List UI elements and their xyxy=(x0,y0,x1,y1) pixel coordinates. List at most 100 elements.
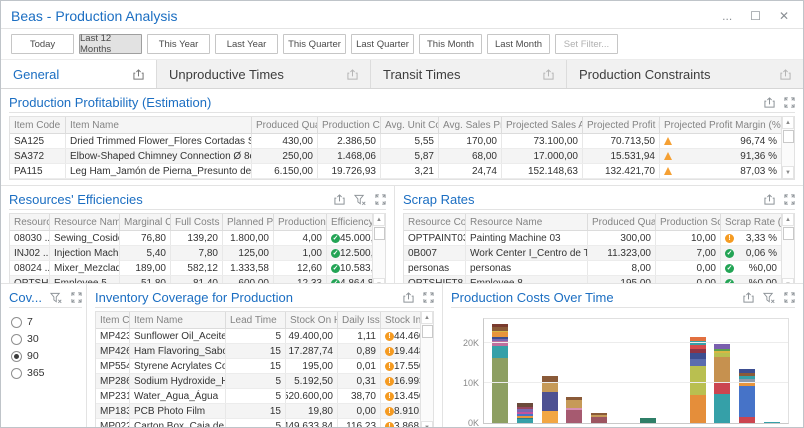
stacked-bar[interactable] xyxy=(690,319,706,423)
tab-production-constraints[interactable]: Production Constraints xyxy=(567,60,803,88)
stacked-bar[interactable] xyxy=(714,319,730,423)
export-icon[interactable] xyxy=(764,194,775,205)
column-header[interactable]: Projected Profit Margin (%) xyxy=(660,117,781,133)
column-header[interactable]: Production Ti... xyxy=(274,214,327,230)
clear-filter-icon[interactable] xyxy=(763,292,775,304)
table-row[interactable]: 08030 ...Sewing_Cosido_...76,80139,201.8… xyxy=(10,231,372,246)
table-row[interactable]: INJ02 ...Injection Machine 25,407,80125,… xyxy=(10,246,372,261)
column-header[interactable]: Produced Quantity xyxy=(252,117,318,133)
coverage-radio-365[interactable]: 365 xyxy=(11,367,80,379)
scroll-thumb[interactable] xyxy=(422,325,433,338)
export-icon[interactable] xyxy=(403,292,414,303)
filter-button-this-month[interactable]: This Month xyxy=(419,34,482,54)
table-row[interactable]: OPTPAINT03 ...Painting Machine 03300,001… xyxy=(404,231,781,246)
table-row[interactable]: personaspersonas8,000,00✓%0,00 xyxy=(404,261,781,276)
column-header[interactable]: Resource Code xyxy=(404,214,466,230)
column-header[interactable]: Marginal Costs xyxy=(120,214,171,230)
maximize-window-button[interactable]: ☐ xyxy=(750,10,761,22)
maximize-icon[interactable] xyxy=(784,194,795,205)
column-header[interactable]: Item Code xyxy=(10,117,66,133)
filter-button-this-quarter[interactable]: This Quarter xyxy=(283,34,346,54)
export-icon[interactable] xyxy=(780,69,791,80)
export-icon[interactable] xyxy=(334,194,345,205)
filter-button-today[interactable]: Today xyxy=(11,34,74,54)
scroll-up-arrow[interactable]: ▲ xyxy=(373,213,385,226)
column-header[interactable]: Produced Quantity xyxy=(588,214,656,230)
vertical-scrollbar[interactable]: ▲▼ xyxy=(781,213,794,283)
column-header[interactable]: Projected Profit Margin xyxy=(583,117,660,133)
maximize-icon[interactable] xyxy=(423,292,434,303)
export-icon[interactable] xyxy=(133,69,144,80)
filter-button-last-year[interactable]: Last Year xyxy=(215,34,278,54)
maximize-icon[interactable] xyxy=(71,292,82,303)
column-header[interactable]: Efficiency (%) xyxy=(327,214,372,230)
column-header[interactable]: Projected Sales Amount xyxy=(502,117,583,133)
coverage-radio-90[interactable]: 90 xyxy=(11,350,80,362)
stacked-bar[interactable] xyxy=(542,319,558,423)
table-row[interactable]: MP183PCB Photo Film1519,800,00!8.910,00 xyxy=(96,404,420,419)
filter-button-this-year[interactable]: This Year xyxy=(147,34,210,54)
stacked-bar[interactable] xyxy=(517,319,533,423)
column-header[interactable]: Production Scraps xyxy=(656,214,721,230)
table-row[interactable]: 08024 ...Mixer_Mezclado_...189,00582,121… xyxy=(10,261,372,276)
export-icon[interactable] xyxy=(543,69,554,80)
stacked-bar[interactable] xyxy=(665,319,681,423)
column-header[interactable]: Avg. Sales Price xyxy=(439,117,502,133)
table-row[interactable]: SA125Dried Trimmed Flower_Flores Cortada… xyxy=(10,134,781,149)
column-header[interactable]: Lead Time xyxy=(226,312,286,328)
scroll-up-arrow[interactable]: ▲ xyxy=(782,116,794,129)
maximize-icon[interactable] xyxy=(784,292,795,303)
filter-button-last-month[interactable]: Last Month xyxy=(487,34,550,54)
column-header[interactable]: Production Costs xyxy=(318,117,381,133)
table-row[interactable]: MP286Sodium Hydroxide_Hidróxid...55.192,… xyxy=(96,374,420,389)
column-header[interactable]: Daily Issues xyxy=(338,312,381,328)
maximize-icon[interactable] xyxy=(784,97,795,108)
stacked-bar[interactable] xyxy=(640,319,656,423)
stacked-bar[interactable] xyxy=(616,319,632,423)
vertical-scrollbar[interactable]: ▲▼ xyxy=(372,213,385,283)
coverage-radio-7[interactable]: 7 xyxy=(11,316,80,328)
column-header[interactable]: Item Name xyxy=(130,312,226,328)
table-row[interactable]: 0B007Work Center I_Centro de Trabajo I11… xyxy=(404,246,781,261)
column-header[interactable]: Stock On Hand xyxy=(286,312,338,328)
maximize-icon[interactable] xyxy=(375,194,386,205)
export-icon[interactable] xyxy=(347,69,358,80)
scroll-down-arrow[interactable]: ▼ xyxy=(782,278,794,283)
tab-unproductive-times[interactable]: Unproductive Times xyxy=(157,60,371,88)
filter-button-set-filter[interactable]: Set Filter... xyxy=(555,34,618,54)
stacked-bar[interactable] xyxy=(764,319,780,423)
column-header[interactable]: Item Name xyxy=(66,117,252,133)
stacked-bar[interactable] xyxy=(566,319,582,423)
column-header[interactable]: Resource Name xyxy=(50,214,120,230)
scroll-down-arrow[interactable]: ▼ xyxy=(421,421,433,427)
column-header[interactable]: Resource Name xyxy=(466,214,588,230)
table-row[interactable]: SA372Elbow-Shaped Chimney Connection Ø 8… xyxy=(10,149,781,164)
column-header[interactable]: Stock In Days xyxy=(381,312,420,328)
column-header[interactable]: Resourc... xyxy=(10,214,50,230)
vertical-scrollbar[interactable]: ▲▼ xyxy=(420,311,433,427)
vertical-scrollbar[interactable]: ▲▼ xyxy=(781,116,794,179)
table-row[interactable]: MP554Styrene Acrylates Copolym...15195,0… xyxy=(96,359,420,374)
column-header[interactable]: Planned Pro... xyxy=(223,214,274,230)
more-options-button[interactable]: ... xyxy=(722,10,732,22)
column-header[interactable]: Full Costs xyxy=(171,214,223,230)
table-row[interactable]: OPTSHIEmployee 551,8081,40600,0012,33✓4.… xyxy=(10,276,372,283)
scroll-thumb[interactable] xyxy=(783,227,794,240)
scroll-up-arrow[interactable]: ▲ xyxy=(421,311,433,324)
table-row[interactable]: PA115Leg Ham_Jamón de Pierna_Presunto de… xyxy=(10,164,781,179)
scroll-down-arrow[interactable]: ▼ xyxy=(373,278,385,283)
table-row[interactable]: MP423Sunflower Oil_Aceite de Gir...549.4… xyxy=(96,329,420,344)
filter-button-last-quarter[interactable]: Last Quarter xyxy=(351,34,414,54)
table-row[interactable]: MP231Water_Agua_Água5520.600,0038,70!13.… xyxy=(96,389,420,404)
export-icon[interactable] xyxy=(743,292,754,303)
tab-general[interactable]: General xyxy=(1,60,157,88)
column-header[interactable]: Avg. Unit Cost xyxy=(381,117,439,133)
column-header[interactable]: Item Co... xyxy=(96,312,130,328)
tab-transit-times[interactable]: Transit Times xyxy=(371,60,567,88)
coverage-radio-30[interactable]: 30 xyxy=(11,333,80,345)
scroll-thumb[interactable] xyxy=(783,130,794,143)
column-header[interactable]: Scrap Rate (%) xyxy=(721,214,781,230)
stacked-bar[interactable] xyxy=(739,319,755,423)
table-row[interactable]: MP022Carton Box_Caja de Cartó...5449.633… xyxy=(96,419,420,427)
stacked-bar[interactable] xyxy=(591,319,607,423)
